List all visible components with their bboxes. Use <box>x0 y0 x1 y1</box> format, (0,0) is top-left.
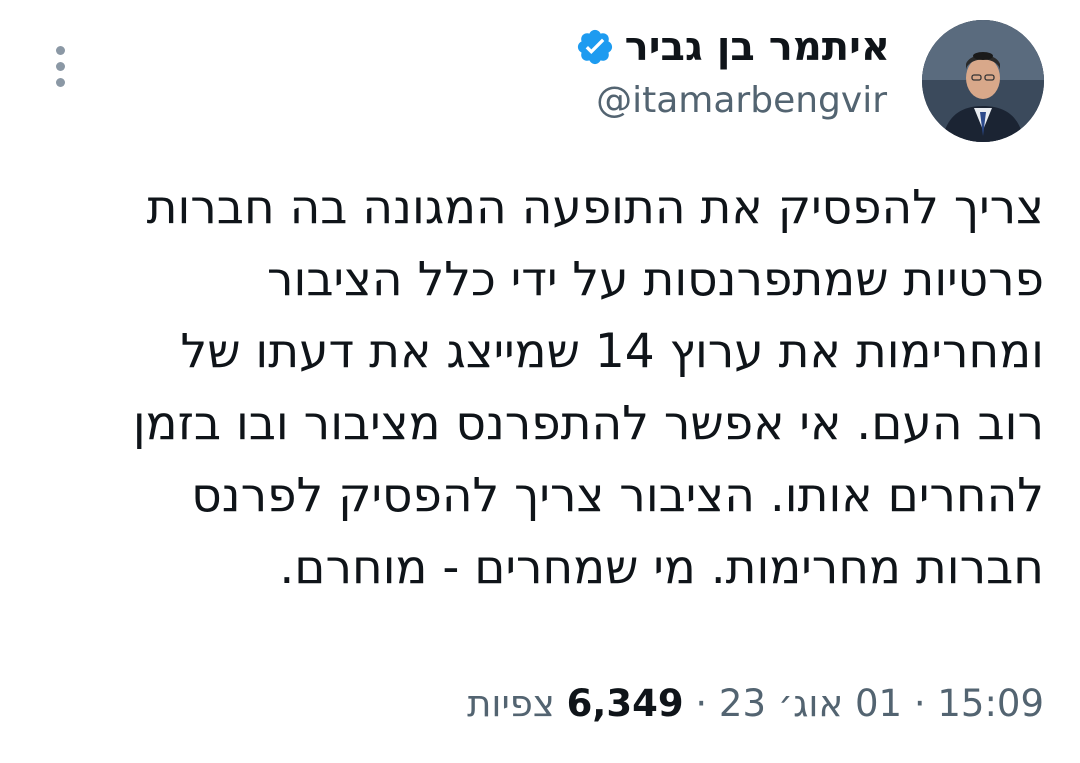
meta-separator: · <box>695 682 708 725</box>
display-name[interactable]: איתמר בן גביר <box>625 22 890 72</box>
tweet-meta: 15:09 · 01 אוג׳ 23 · 6,349 צפיות <box>467 680 1044 728</box>
tweet-time[interactable]: 15:09 <box>937 682 1044 725</box>
handle[interactable]: @itamarbengvir <box>596 78 887 124</box>
tweet-text-line: רוב העם. אי אפשר להתפרנס מציבור ובו בזמן <box>132 396 1044 451</box>
author-name-row: איתמר בן גביר <box>575 22 890 72</box>
tweet-card: איתמר בן גביר @itamarbengvir צריך להפסיק… <box>0 0 1080 763</box>
tweet-text-line: פרטיות שמתפרנסות על ידי כלל הציבור <box>267 252 1044 307</box>
avatar-photo <box>922 20 1044 142</box>
avatar[interactable] <box>922 20 1044 142</box>
views-label: צפיות <box>467 682 555 725</box>
tweet-text-line: להחרים אותו. הציבור צריך להפסיק לפרנס <box>191 468 1044 523</box>
tweet-text: צריך להפסיק את התופעה המגונה בה חברות פר… <box>44 172 1044 604</box>
views-count[interactable]: 6,349 <box>567 682 684 725</box>
tweet-text-line: חברות מחרימות. מי שמחרים - מוחרם. <box>279 540 1044 595</box>
verified-badge-icon[interactable] <box>575 27 615 67</box>
meta-separator: · <box>913 682 926 725</box>
more-vertical-icon[interactable] <box>50 46 70 90</box>
tweet-date[interactable]: 01 אוג׳ 23 <box>719 682 902 725</box>
tweet-text-line: ומחרימות את ערוץ 14 שמייצג את דעתו של <box>180 324 1044 379</box>
tweet-text-line: צריך להפסיק את התופעה המגונה בה חברות <box>146 180 1044 235</box>
